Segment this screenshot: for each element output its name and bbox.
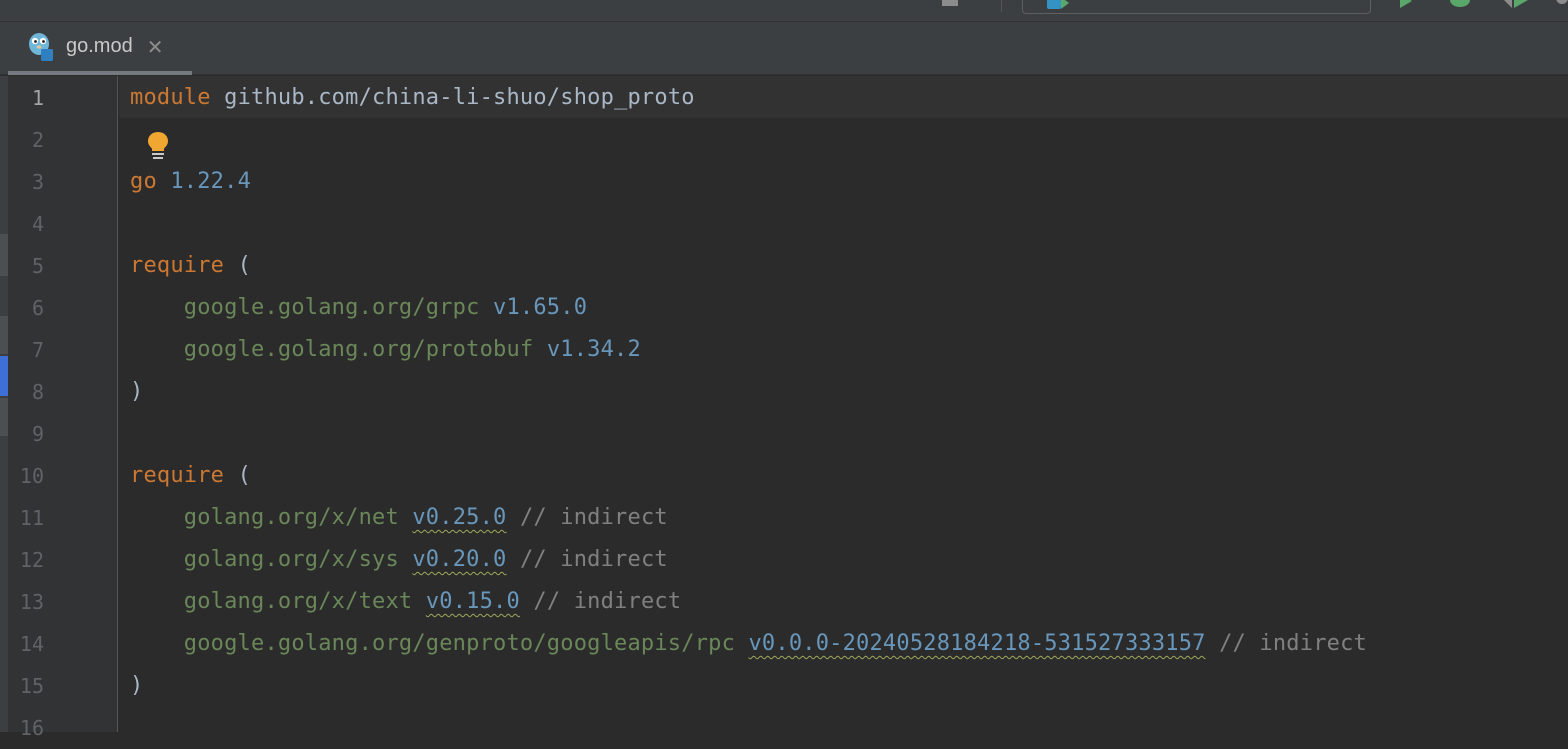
- keyword: module: [130, 85, 211, 110]
- line-number: 15: [19, 674, 44, 698]
- code-line-6[interactable]: google.golang.org/grpc v1.65.0: [130, 287, 587, 329]
- code-line-7[interactable]: google.golang.org/protobuf v1.34.2: [130, 329, 641, 371]
- code-line-15[interactable]: ): [130, 665, 143, 707]
- line-number: 9: [31, 422, 44, 446]
- line-number-gutter: 1 2 3 4 5 6 7 8 9 10 11 12 13 14 15 16: [0, 76, 118, 740]
- dependency-version: v1.65.0: [493, 295, 588, 320]
- dependency-version: v1.34.2: [546, 337, 641, 362]
- close-paren: ): [130, 379, 144, 404]
- indirect-comment: // indirect: [1219, 631, 1367, 656]
- line-number: 12: [19, 548, 44, 572]
- code-line-10[interactable]: require (: [130, 455, 251, 497]
- code-line-3[interactable]: go 1.22.4: [130, 161, 251, 203]
- line-number: 7: [31, 338, 44, 362]
- indirect-comment: // indirect: [519, 547, 668, 572]
- run-icon[interactable]: [1398, 0, 1414, 8]
- line-number: 3: [31, 170, 44, 194]
- line-number: 13: [19, 590, 44, 614]
- line-number: 6: [31, 296, 44, 320]
- gopher-icon: [28, 32, 54, 62]
- editor-tab-bar: go.mod ✕: [0, 22, 1568, 75]
- code-line-5[interactable]: require (: [130, 245, 251, 287]
- open-paren: (: [237, 253, 252, 278]
- line-number: 10: [19, 464, 44, 488]
- run-configuration-selector[interactable]: [1022, 0, 1371, 14]
- code-line-12[interactable]: golang.org/x/sys v0.20.0 // indirect: [130, 539, 668, 581]
- go-config-icon: [1047, 0, 1061, 9]
- code-line-11[interactable]: golang.org/x/net v0.25.0 // indirect: [130, 497, 668, 539]
- go-version: 1.22.4: [170, 169, 252, 194]
- tab-go-mod[interactable]: go.mod ✕: [8, 22, 192, 75]
- dependency-version: v0.0.0-20240528184218-531527333157: [748, 631, 1206, 656]
- line-number: 4: [31, 212, 44, 236]
- run-config-arrow-icon: [1061, 0, 1069, 9]
- dependency-path: golang.org/x/sys: [183, 547, 399, 572]
- dependency-path: google.golang.org/grpc: [183, 295, 480, 320]
- profile-icon[interactable]: [1500, 0, 1530, 8]
- keyword: require: [130, 463, 225, 488]
- code-line-13[interactable]: golang.org/x/text v0.15.0 // indirect: [130, 581, 681, 623]
- dependency-version: v0.20.0: [412, 547, 507, 572]
- line-number: 5: [31, 254, 44, 278]
- open-paren: (: [237, 463, 252, 488]
- tab-title: go.mod: [66, 35, 133, 57]
- indirect-comment: // indirect: [533, 589, 682, 614]
- dependency-version: v0.25.0: [412, 505, 507, 530]
- lightbulb-icon[interactable]: [146, 130, 170, 162]
- code-line-14[interactable]: google.golang.org/genproto/googleapis/rp…: [130, 623, 1367, 665]
- main-toolbar: [0, 0, 1568, 22]
- close-icon[interactable]: ✕: [147, 35, 164, 59]
- toolbar-separator: [1001, 0, 1002, 12]
- debug-icon[interactable]: [1448, 0, 1472, 8]
- dependency-path: google.golang.org/protobuf: [183, 337, 534, 362]
- code-line-1[interactable]: module github.com/china-li-shuo/shop_pro…: [130, 77, 695, 119]
- code-line-8[interactable]: ): [130, 371, 143, 413]
- indirect-comment: // indirect: [519, 505, 668, 530]
- dependency-path: golang.org/x/net: [183, 505, 399, 530]
- dependency-path: google.golang.org/genproto/googleapis/rp…: [183, 631, 736, 656]
- coverage-icon[interactable]: [1552, 0, 1568, 8]
- line-number: 1: [31, 86, 44, 110]
- code-editor[interactable]: 1 2 3 4 5 6 7 8 9 10 11 12 13 14 15 16 m…: [0, 76, 1568, 740]
- line-number: 11: [19, 506, 44, 530]
- close-paren: ): [130, 673, 144, 698]
- line-number: 2: [31, 128, 44, 152]
- keyword: require: [130, 253, 225, 278]
- line-number: 16: [19, 716, 44, 740]
- module-path: github.com/china-li-shuo/shop_proto: [224, 85, 695, 110]
- dependency-version: v0.15.0: [425, 589, 520, 614]
- keyword: go: [130, 169, 157, 194]
- line-number: 14: [19, 632, 44, 656]
- line-number: 8: [31, 380, 44, 404]
- layout-icon[interactable]: [942, 0, 958, 6]
- dependency-path: golang.org/x/text: [183, 589, 413, 614]
